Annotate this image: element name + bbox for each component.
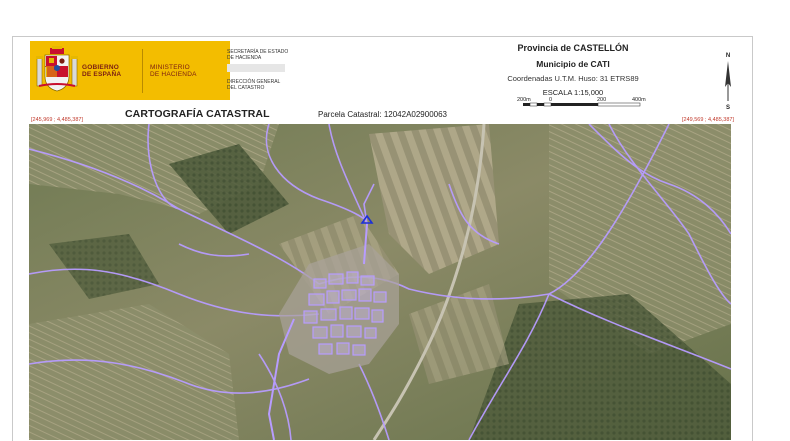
parcel-label: Parcela Catastral: — [318, 110, 382, 119]
north-label: N — [726, 53, 730, 59]
utm-coordinates-label: Coordenadas U.T.M. Huso: 31 ETRS89 — [507, 74, 639, 83]
cartography-title: CARTOGRAFÍA CATASTRAL — [125, 108, 270, 120]
scale-tick-label: 0 — [549, 97, 552, 103]
government-logo-block: GOBIERNO DE ESPAÑA MINISTERIO DE HACIEND… — [30, 41, 230, 100]
parcel-reference: Parcela Catastral: 12042A02900063 — [318, 110, 447, 119]
province-title: Provincia de CASTELLÓN — [517, 43, 629, 53]
aerial-orthophoto-map[interactable] — [29, 124, 731, 440]
scale-tick-label: 200 — [597, 97, 606, 103]
logo-separator — [142, 49, 143, 93]
coordinate-top-right: [249,569 ; 4,485,387] — [682, 117, 734, 123]
ministerio-text: MINISTERIO DE HACIENDA — [150, 64, 197, 78]
direccion-text: DIRECCIÓN GENERAL DEL CATASTRO — [227, 79, 281, 91]
municipality-title: Municipio de CATI — [536, 59, 610, 69]
scale-tick-label: 400m — [632, 97, 646, 103]
secretaria-band — [227, 64, 285, 72]
scale-bar: 200m 0 200 400m — [517, 97, 646, 107]
north-arrow-icon: N S — [725, 53, 731, 111]
secretaria-text: SECRETARÍA DE ESTADO DE HACIENDA — [227, 49, 289, 61]
coordinate-top-left: [245,969 ; 4,485,387] — [31, 117, 83, 123]
spain-coat-of-arms-icon — [36, 46, 78, 92]
parcel-number: 12042A02900063 — [383, 110, 448, 119]
map-canvas — [29, 124, 731, 440]
south-label: S — [726, 105, 730, 111]
scale-tick-label: 200m — [517, 97, 531, 103]
gobierno-text: GOBIERNO DE ESPAÑA — [82, 64, 122, 78]
